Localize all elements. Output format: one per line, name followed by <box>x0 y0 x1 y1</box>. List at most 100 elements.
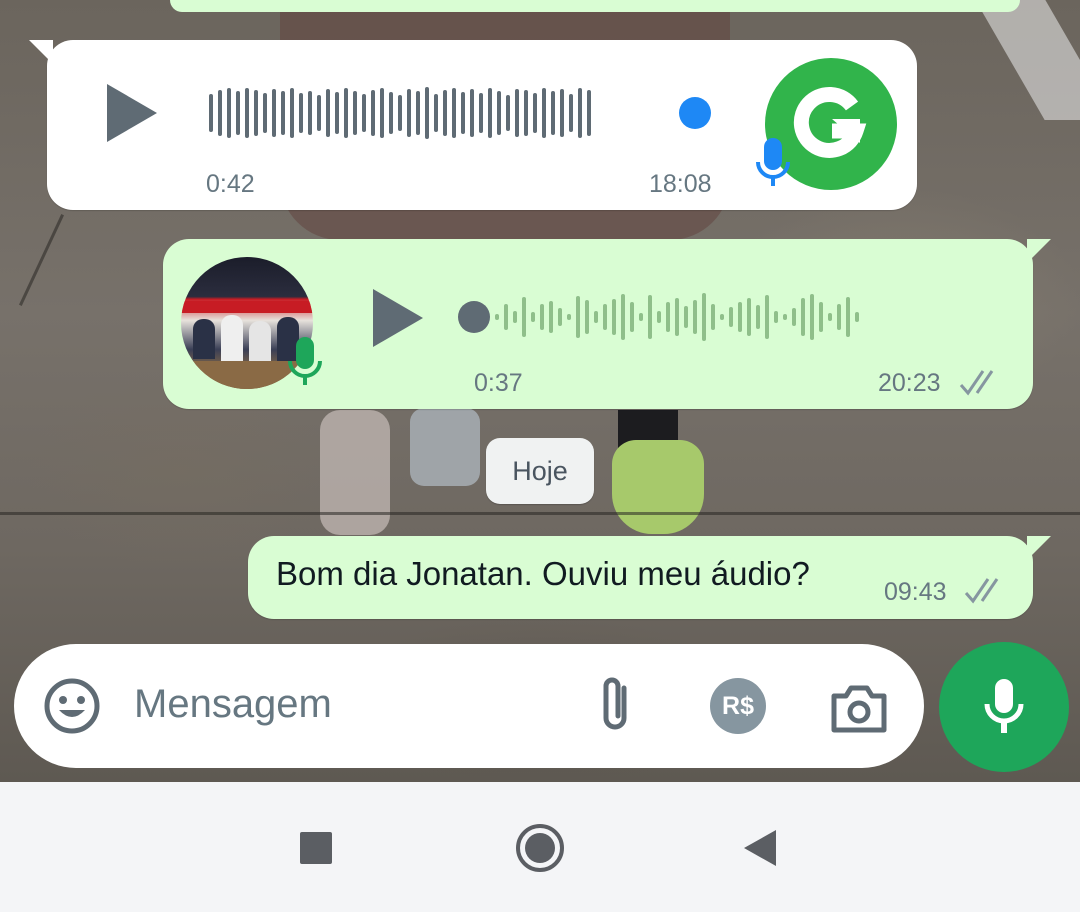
waveform-bar <box>524 90 528 136</box>
waveform-bar <box>515 89 519 137</box>
waveform-bar <box>639 313 643 321</box>
waveform-bar <box>828 313 832 321</box>
waveform-bar <box>488 88 492 138</box>
message-timestamp: 09:43 <box>884 578 947 606</box>
recents-button[interactable] <box>300 832 332 864</box>
waveform-bar <box>281 91 285 135</box>
audio-waveform[interactable] <box>209 83 591 143</box>
message-composer: Mensagem R$ <box>14 644 924 768</box>
waveform-bar <box>245 88 249 138</box>
waveform-bar <box>603 304 607 330</box>
waveform-bar <box>531 312 535 322</box>
payment-icon[interactable]: R$ <box>710 678 766 734</box>
waveform-bar <box>434 94 438 132</box>
waveform-bar <box>533 93 537 133</box>
camera-icon[interactable] <box>830 682 888 734</box>
waveform-bar <box>819 302 823 332</box>
waveform-bar <box>407 89 411 137</box>
audio-waveform[interactable] <box>495 287 859 347</box>
waveform-bar <box>756 305 760 329</box>
waveform-bar <box>621 294 625 340</box>
play-icon[interactable] <box>373 289 423 347</box>
audio-duration: 0:37 <box>474 369 523 397</box>
waveform-bar <box>578 88 582 138</box>
waveform-bar <box>587 90 591 136</box>
waveform-bar <box>362 94 366 132</box>
sent-audio-message: 0:37 20:23 <box>163 239 1051 409</box>
message-input[interactable]: Mensagem <box>134 682 332 727</box>
waveform-bar <box>497 91 501 135</box>
waveform-bar <box>236 91 240 135</box>
waveform-bar <box>479 93 483 133</box>
double-check-icon <box>964 578 999 604</box>
paperclip-icon[interactable] <box>594 674 638 736</box>
waveform-bar <box>443 90 447 136</box>
waveform-bar <box>738 302 742 332</box>
waveform-bar <box>774 311 778 323</box>
waveform-bar <box>290 88 294 138</box>
waveform-bar <box>720 314 724 320</box>
waveform-bar <box>380 88 384 138</box>
double-check-icon <box>959 370 994 396</box>
waveform-bar <box>846 297 850 337</box>
waveform-bar <box>506 95 510 131</box>
waveform-bar <box>504 304 508 330</box>
waveform-bar <box>684 306 688 328</box>
home-button[interactable] <box>516 824 564 872</box>
waveform-bar <box>326 89 330 137</box>
waveform-bar <box>612 299 616 335</box>
waveform-bar <box>576 296 580 338</box>
waveform-bar <box>335 92 339 134</box>
waveform-bar <box>495 314 499 320</box>
waveform-bar <box>389 92 393 134</box>
waveform-bar <box>837 304 841 330</box>
waveform-bar <box>792 308 796 326</box>
waveform-bar <box>560 89 564 137</box>
waveform-bar <box>209 94 213 132</box>
waveform-bar <box>783 314 787 320</box>
waveform-bar <box>675 298 679 336</box>
message-timestamp: 20:23 <box>878 369 941 397</box>
mic-icon <box>288 337 322 385</box>
waveform-bar <box>549 301 553 333</box>
waveform-bar <box>218 90 222 136</box>
waveform-bar <box>594 311 598 323</box>
received-audio-message: 0:42 18:08 <box>29 40 917 210</box>
playback-position-handle[interactable] <box>679 97 711 129</box>
emoji-icon[interactable] <box>43 677 101 735</box>
waveform-bar <box>542 88 546 138</box>
waveform-bar <box>567 314 571 320</box>
waveform-bar <box>353 91 357 135</box>
waveform-bar <box>666 302 670 332</box>
waveform-bar <box>801 298 805 336</box>
system-navigation-bar <box>0 782 1080 912</box>
waveform-bar <box>263 93 267 133</box>
waveform-bar <box>344 88 348 138</box>
waveform-bar <box>398 95 402 131</box>
waveform-bar <box>810 294 814 340</box>
waveform-bar <box>470 89 474 137</box>
play-icon[interactable] <box>107 84 157 142</box>
playback-position-handle[interactable] <box>458 301 490 333</box>
waveform-bar <box>513 311 517 323</box>
waveform-bar <box>729 307 733 327</box>
waveform-bar <box>747 298 751 336</box>
waveform-bar <box>702 293 706 341</box>
waveform-bar <box>855 312 859 322</box>
waveform-bar <box>272 89 276 137</box>
waveform-bar <box>765 295 769 339</box>
record-voice-button[interactable] <box>939 642 1069 772</box>
waveform-bar <box>558 308 562 326</box>
mic-icon <box>984 679 1024 733</box>
g-logo-icon <box>793 86 867 158</box>
waveform-bar <box>569 94 573 132</box>
waveform-bar <box>693 300 697 334</box>
waveform-bar <box>317 95 321 131</box>
waveform-bar <box>585 300 589 334</box>
waveform-bar <box>371 90 375 136</box>
message-timestamp: 18:08 <box>649 170 712 198</box>
back-button[interactable] <box>744 830 776 866</box>
waveform-bar <box>416 91 420 135</box>
message-text: Bom dia Jonatan. Ouviu meu áudio? <box>276 555 810 592</box>
sent-text-message: Bom dia Jonatan. Ouviu meu áudio? 09:43 <box>248 536 1051 619</box>
